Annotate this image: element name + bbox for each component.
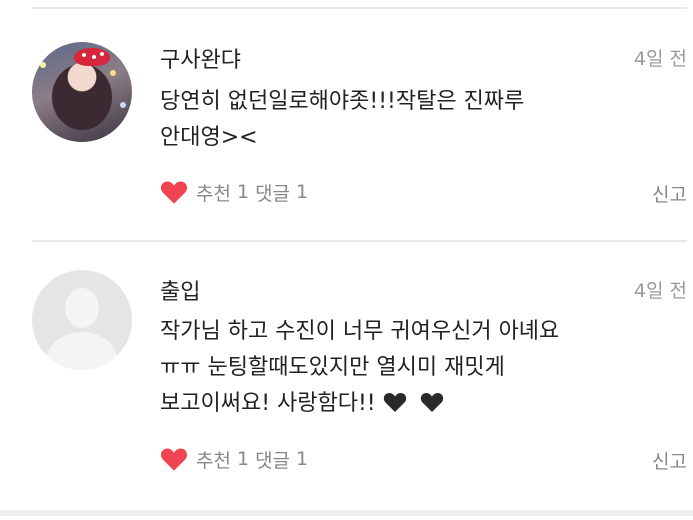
comment-line: 보고이써요! 사랑함다!!: [160, 391, 376, 416]
default-avatar-head: [65, 288, 99, 328]
comment-line: 안대영><: [160, 125, 258, 150]
heart-icon[interactable]: [160, 446, 188, 472]
comment-author[interactable]: 출입: [160, 274, 200, 306]
comment-line-with-emoji: 보고이써요! 사랑함다!!: [160, 386, 630, 422]
black-heart-icon: [420, 392, 443, 412]
like-count: 1: [236, 181, 250, 203]
top-divider: [32, 7, 687, 9]
like-label[interactable]: 추천: [196, 446, 231, 473]
like-count: 1: [236, 448, 250, 470]
heart-icon[interactable]: [160, 179, 188, 205]
bow-decoration: [74, 48, 110, 66]
reply-count: 1: [296, 181, 309, 203]
comment-date: 4일 전: [633, 48, 687, 70]
report-button[interactable]: 신고: [652, 180, 687, 207]
comment-body: 작가님 하고 수진이 너무 귀여우신거 아녜요 ㅠㅠ 눈팅할때도있지만 열시미 …: [160, 314, 630, 422]
background-lights: [40, 62, 46, 68]
like-label[interactable]: 추천: [196, 179, 231, 206]
avatar[interactable]: [32, 270, 132, 370]
comment-line: 작가님 하고 수진이 너무 귀여우신거 아녜요: [160, 319, 560, 344]
comment-line: ㅠㅠ 눈팅할때도있지만 열시미 재밋게: [160, 355, 505, 380]
default-avatar-shoulders: [46, 332, 118, 370]
avatar[interactable]: [32, 42, 132, 142]
bottom-divider: [0, 510, 693, 516]
reply-count: 1: [296, 448, 309, 470]
comment-divider: [32, 240, 687, 242]
comment-actions: 추천 1 댓글 1: [160, 445, 314, 473]
comment-body: 당연히 없던일로해야좃!!!작탈은 진짜루 안대영><: [160, 84, 630, 156]
comment-line: 당연히 없던일로해야좃!!!작탈은 진짜루: [160, 89, 525, 114]
reply-label[interactable]: 댓글: [255, 446, 290, 473]
comment-date: 4일 전: [633, 280, 687, 302]
reply-label[interactable]: 댓글: [255, 179, 290, 206]
report-button[interactable]: 신고: [652, 447, 687, 474]
comment-actions: 추천 1 댓글 1: [160, 178, 314, 206]
comment-author[interactable]: 구사완댜: [160, 42, 241, 74]
black-heart-icon: [383, 392, 406, 412]
